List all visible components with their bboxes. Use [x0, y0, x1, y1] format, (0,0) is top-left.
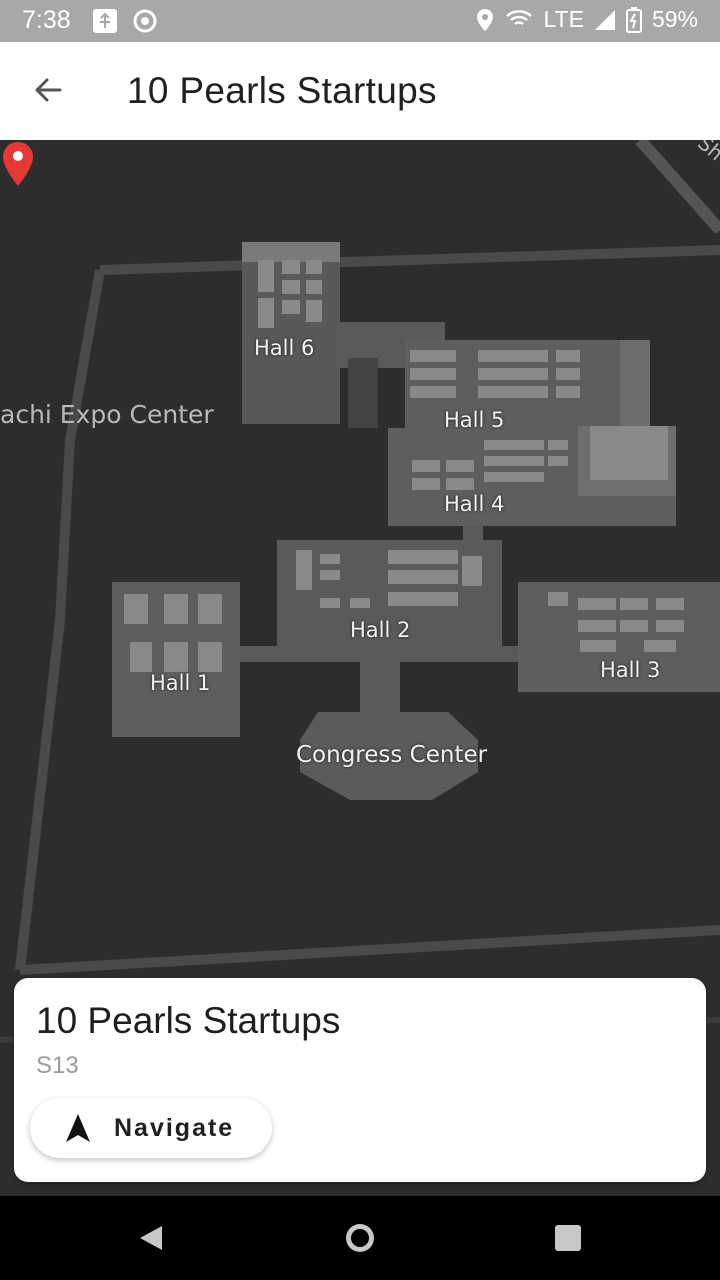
system-nav-bar	[0, 1196, 720, 1280]
hall-4-label[interactable]: Hall 4	[444, 492, 504, 516]
navigate-button[interactable]: Navigate	[30, 1098, 272, 1158]
signal-icon	[594, 9, 615, 30]
location-icon	[477, 8, 494, 31]
expo-center-label: achi Expo Center	[0, 400, 214, 429]
location-card: 10 Pearls Startups S13 Navigate	[14, 978, 706, 1182]
location-pin-icon[interactable]	[0, 140, 36, 188]
network-type: LTE	[543, 6, 584, 32]
hall-5-label[interactable]: Hall 5	[444, 408, 504, 432]
status-bar: 7:38 LTE 59%	[0, 0, 720, 42]
hall-2-label[interactable]: Hall 2	[350, 618, 410, 642]
status-time: 7:38	[22, 6, 71, 34]
back-icon[interactable]	[132, 1218, 172, 1258]
page-title: 10 Pearls Startups	[127, 70, 437, 111]
wifi-icon	[506, 9, 533, 25]
home-icon[interactable]	[340, 1218, 380, 1258]
arrow-left-icon[interactable]	[30, 72, 66, 108]
app-bar: 10 Pearls Startups	[0, 42, 720, 140]
usb-icon	[93, 9, 117, 33]
vpn-icon	[133, 9, 157, 33]
battery-icon	[625, 6, 642, 33]
location-title: 10 Pearls Startups	[36, 1000, 341, 1041]
battery-percent: 59%	[651, 6, 698, 32]
location-code: S13	[36, 1052, 79, 1079]
congress-center-label[interactable]: Congress Center	[296, 742, 487, 768]
navigation-arrow-icon	[66, 1114, 90, 1142]
recents-icon[interactable]	[548, 1218, 588, 1258]
navigate-label: Navigate	[114, 1114, 235, 1142]
hall-6-label[interactable]: Hall 6	[254, 336, 314, 360]
hall-1-label[interactable]: Hall 1	[150, 671, 210, 695]
hall-3-label[interactable]: Hall 3	[600, 658, 660, 682]
